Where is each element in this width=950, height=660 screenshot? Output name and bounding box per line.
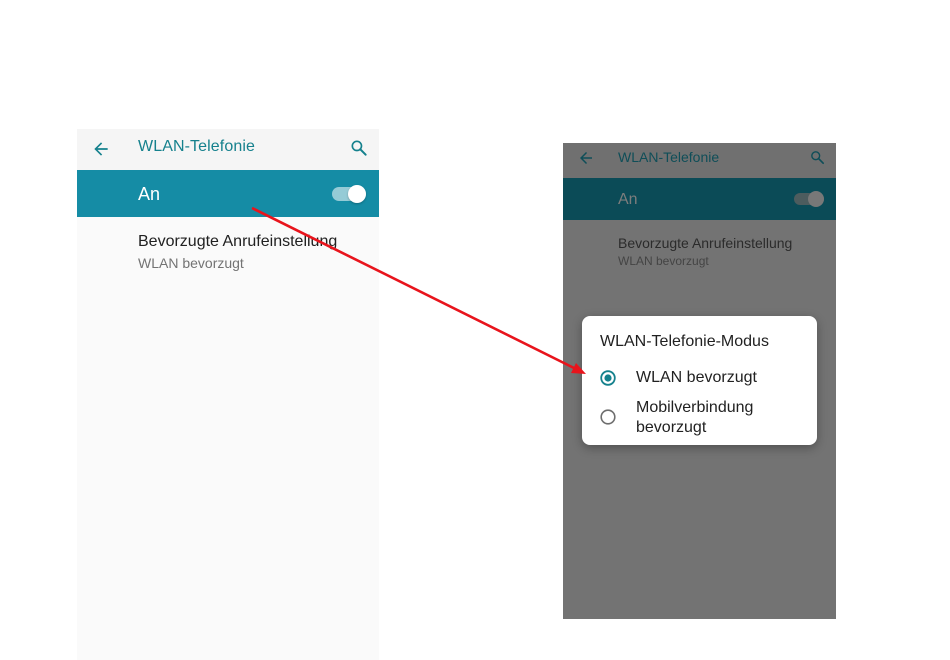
radio-unchecked-icon[interactable] [600, 409, 616, 425]
preference-summary-dimmed: WLAN bevorzugt [618, 254, 709, 268]
master-switch-label-dimmed: An [618, 191, 638, 208]
master-switch-toggle-dimmed [794, 191, 824, 207]
search-icon [811, 151, 825, 165]
master-switch-bar-dimmed: An [563, 178, 836, 220]
preferred-call-setting-item[interactable]: Bevorzugte Anrufeinstellung WLAN bevorzu… [138, 233, 337, 271]
settings-screen-left: WLAN-Telefonie An Bevorzugte Anrufeinste… [77, 129, 379, 660]
arrow-back-icon [580, 152, 592, 164]
app-bar-dimmed: WLAN-Telefonie [563, 143, 836, 178]
wifi-calling-mode-dialog: WLAN-Telefonie-Modus WLAN bevorzugt Mobi… [582, 316, 817, 445]
preference-summary: WLAN bevorzugt [138, 255, 244, 271]
dialog-title: WLAN-Telefonie-Modus [600, 333, 769, 350]
master-switch-label: An [138, 184, 161, 204]
toggle-thumb [348, 185, 366, 203]
option-label: Mobilverbindung bevorzugt [636, 399, 754, 436]
arrow-back-icon[interactable] [91, 139, 111, 159]
page-title-dimmed: WLAN-Telefonie [618, 149, 720, 165]
option-label: WLAN bevorzugt [636, 369, 757, 386]
master-switch-toggle[interactable] [332, 185, 366, 203]
radio-checked-icon[interactable] [600, 370, 616, 386]
toggle-thumb [808, 191, 824, 207]
page-title: WLAN-Telefonie [138, 138, 256, 155]
preference-title: Bevorzugte Anrufeinstellung [138, 233, 338, 250]
preferred-call-setting-item-dimmed: Bevorzugte Anrufeinstellung WLAN bevorzu… [618, 235, 792, 268]
preference-title-dimmed: Bevorzugte Anrufeinstellung [618, 235, 793, 251]
master-switch-bar[interactable]: An [77, 170, 379, 217]
search-icon[interactable] [349, 138, 369, 158]
app-bar: WLAN-Telefonie [77, 129, 379, 170]
